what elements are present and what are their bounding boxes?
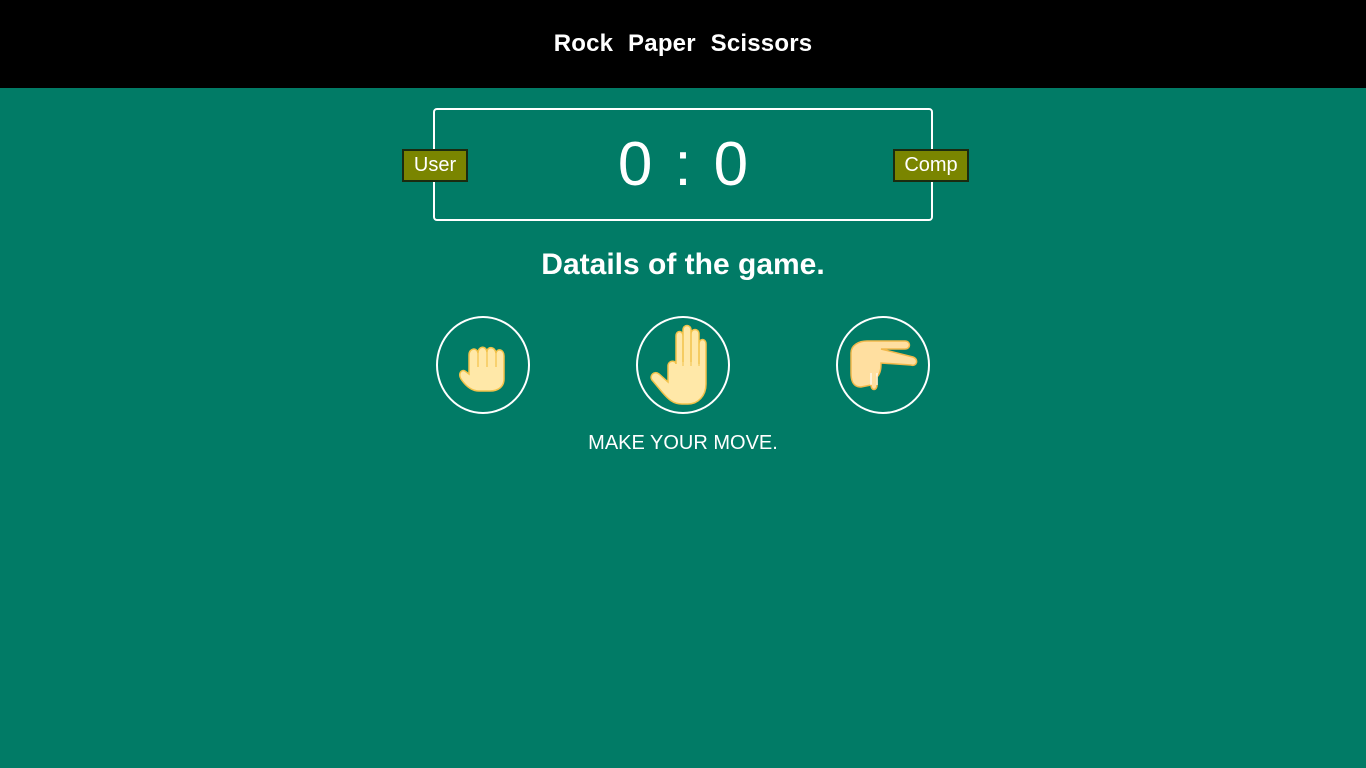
user-badge: User: [402, 149, 468, 182]
score-display: 0:0: [435, 132, 931, 198]
app-title: Rock Paper Scissors: [553, 30, 813, 57]
scissors-button[interactable]: [836, 316, 930, 414]
scoreboard: 0:0: [433, 108, 933, 221]
top-bar: Rock Paper Scissors: [0, 0, 1366, 88]
two-fingers-hand-icon: [850, 340, 918, 391]
comp-score: 0: [713, 130, 749, 199]
user-score: 0: [617, 130, 653, 199]
fist-hand-icon: [459, 346, 505, 392]
comp-badge: Comp: [893, 149, 969, 182]
open-hand-icon: [650, 324, 707, 405]
score-separator: :: [674, 130, 692, 199]
status-message: MAKE YOUR MOVE.: [588, 432, 778, 454]
game-details-heading: Datails of the game.: [541, 248, 825, 281]
paper-button[interactable]: [636, 316, 730, 414]
rock-button[interactable]: [436, 316, 530, 414]
